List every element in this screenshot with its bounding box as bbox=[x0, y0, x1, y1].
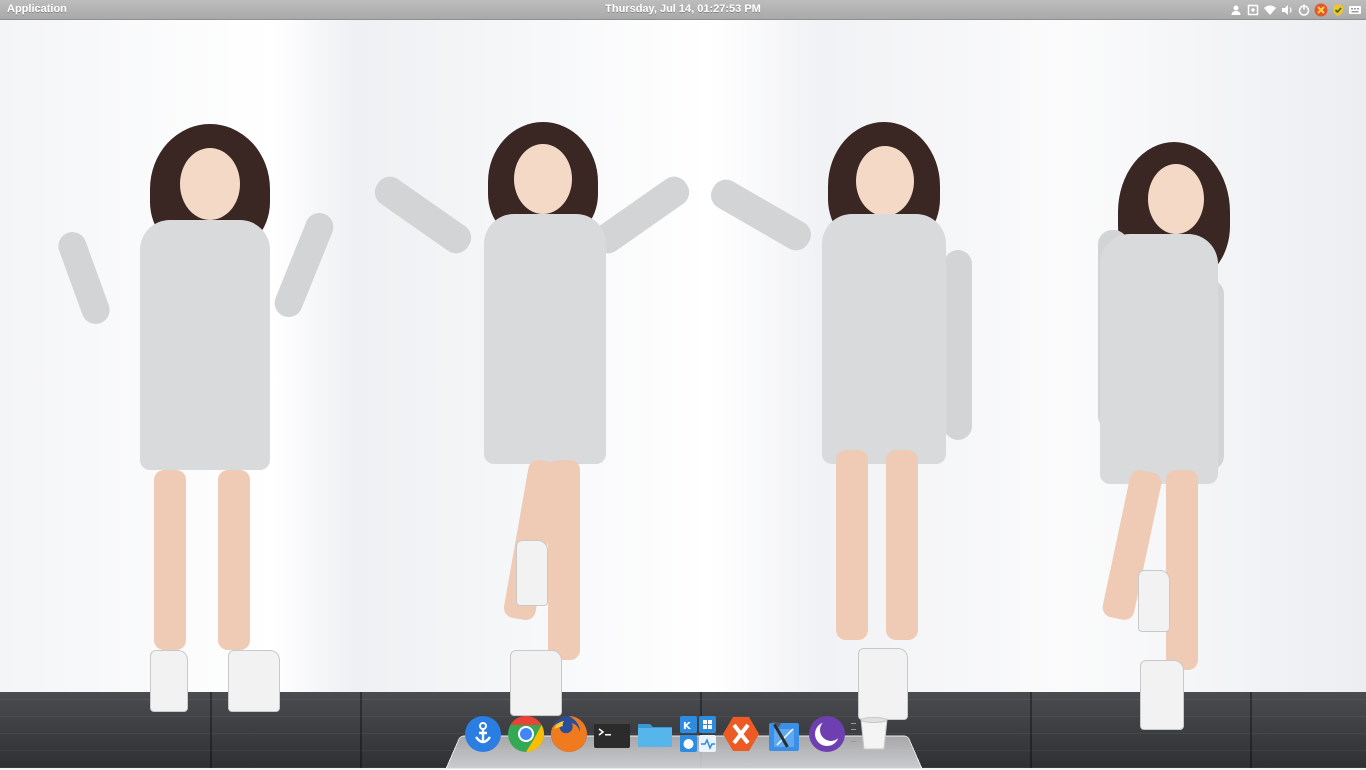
volume-icon[interactable] bbox=[1280, 3, 1294, 17]
terminal-icon[interactable] bbox=[592, 714, 631, 754]
multi-os-icon[interactable]: K bbox=[678, 714, 717, 754]
firefox-icon[interactable] bbox=[549, 714, 588, 754]
chrome-icon[interactable] bbox=[506, 714, 545, 754]
clock[interactable]: Thursday, Jul 14, 01:27:53 PM bbox=[0, 3, 1366, 15]
trash-icon[interactable] bbox=[850, 714, 889, 754]
wallpaper-figure-4 bbox=[1096, 140, 1246, 730]
dock: K bbox=[463, 714, 889, 754]
system-tray bbox=[1229, 2, 1362, 18]
crossover-icon[interactable] bbox=[721, 714, 760, 754]
wifi-icon[interactable] bbox=[1263, 3, 1277, 17]
wallpaper-figure-3 bbox=[705, 120, 986, 720]
xcode-icon[interactable] bbox=[764, 714, 803, 754]
files-icon[interactable] bbox=[635, 714, 674, 754]
wallpaper-figure-2 bbox=[369, 120, 695, 720]
top-panel: Application Thursday, Jul 14, 01:27:53 P… bbox=[0, 0, 1366, 20]
power-icon[interactable] bbox=[1297, 3, 1311, 17]
user-icon[interactable] bbox=[1229, 3, 1243, 17]
keyboard-icon[interactable] bbox=[1348, 3, 1362, 17]
night-mode-icon[interactable] bbox=[807, 714, 846, 754]
wallpaper-figure-1 bbox=[54, 120, 360, 720]
check-shield-icon[interactable] bbox=[1331, 3, 1345, 17]
crossover-tray-icon[interactable] bbox=[1314, 3, 1328, 17]
svg-text:K: K bbox=[683, 721, 692, 732]
anchor-app-icon[interactable] bbox=[463, 714, 502, 754]
screenshot-icon[interactable] bbox=[1246, 3, 1260, 17]
